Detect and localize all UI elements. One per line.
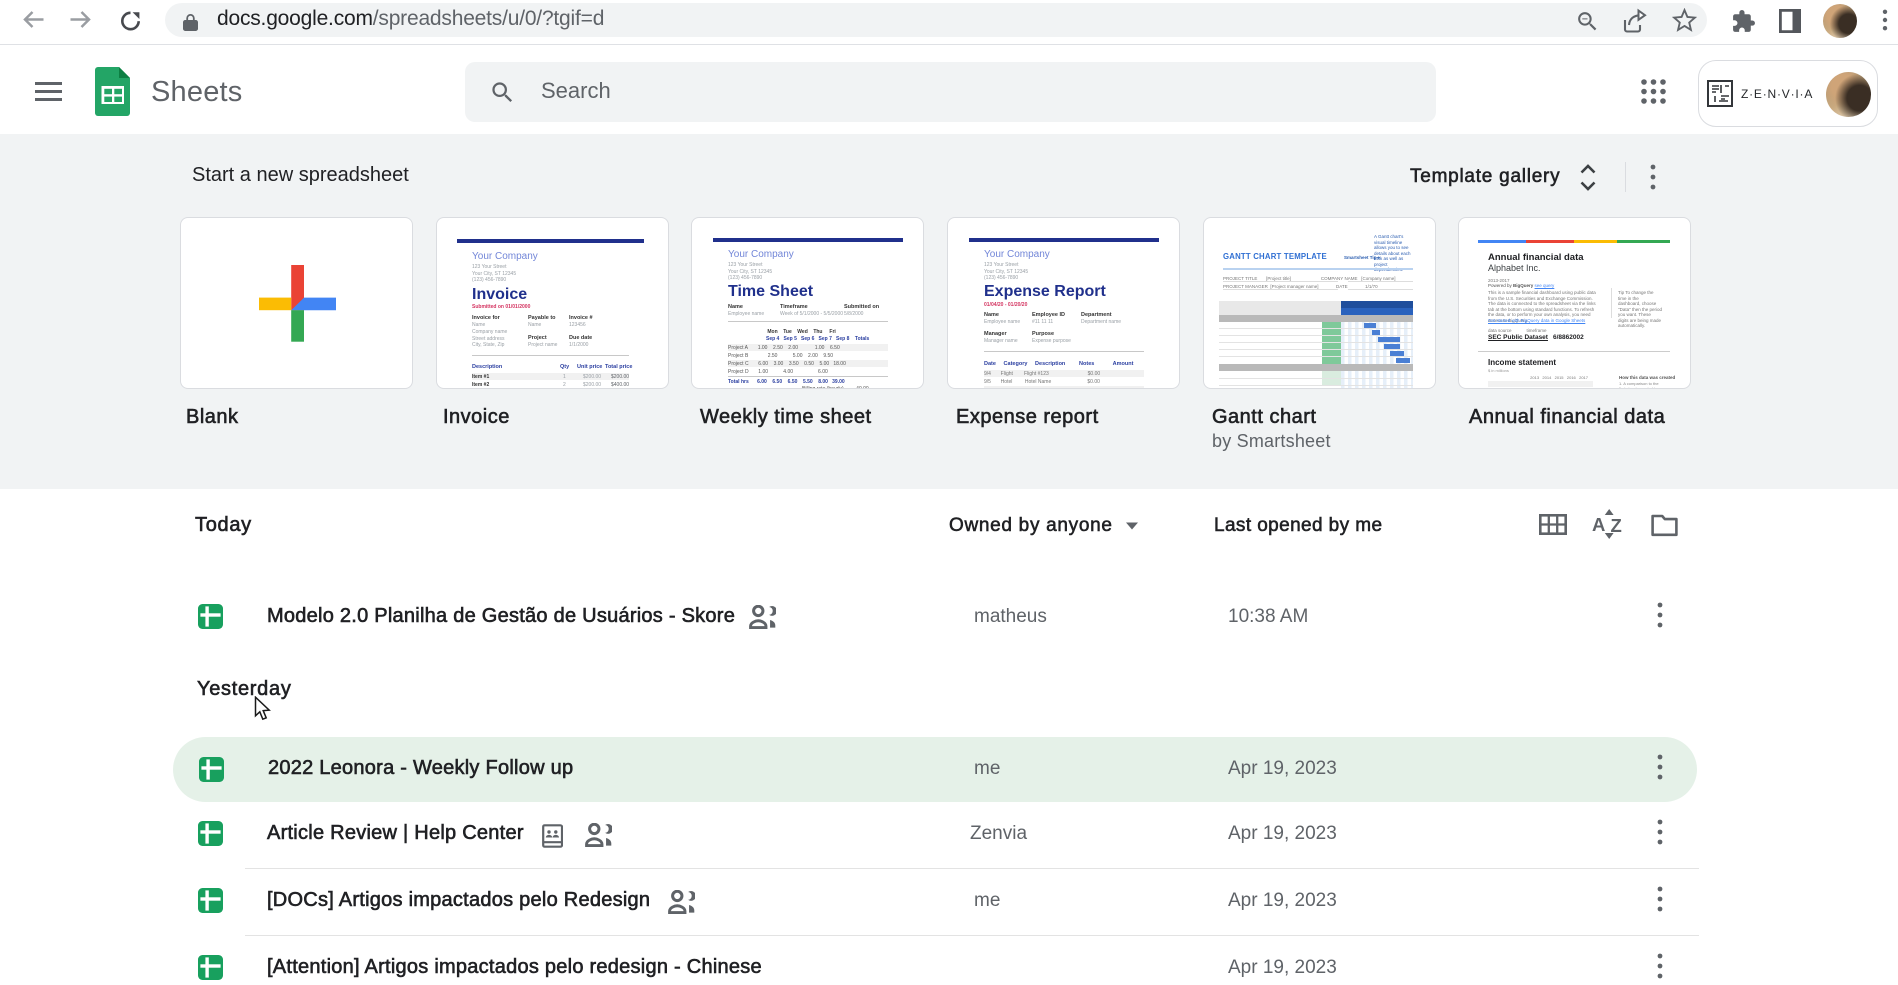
svg-text:A: A — [1592, 514, 1605, 535]
svg-text:Z: Z — [1611, 515, 1622, 536]
